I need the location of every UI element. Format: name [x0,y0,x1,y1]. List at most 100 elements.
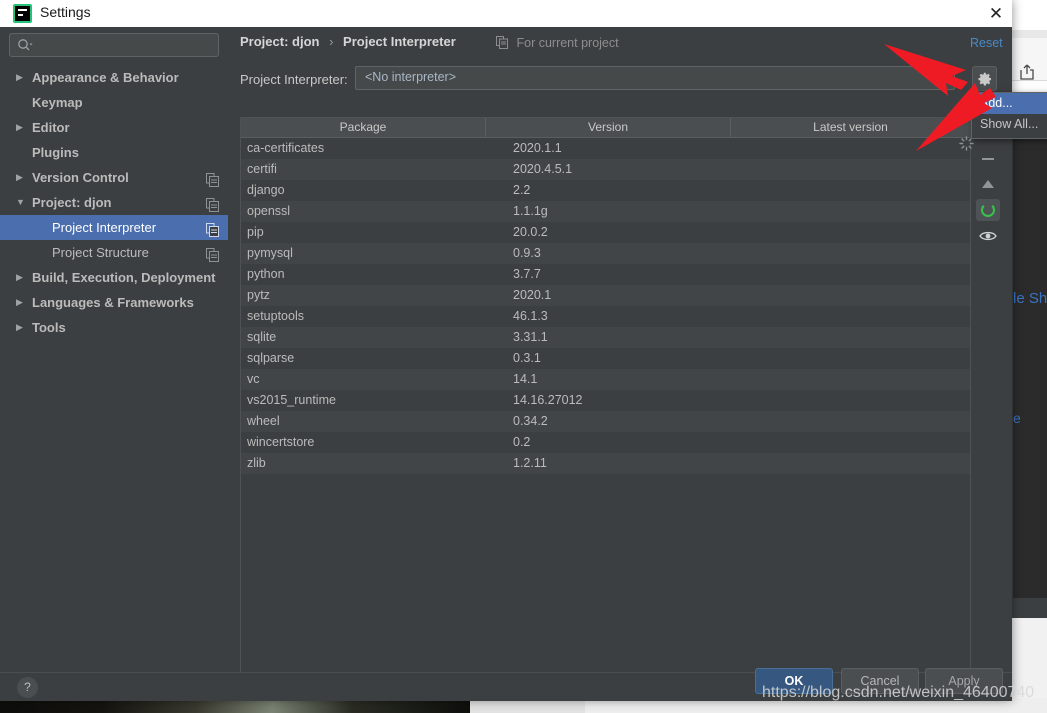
interpreter-settings-button[interactable] [972,66,997,91]
sidebar-item-label: Keymap [32,90,83,115]
watermark-url: https://blog.csdn.net/weixin_46400740 [762,684,1034,702]
search-input[interactable] [9,33,219,57]
menu-item-add[interactable]: Add... [972,93,1047,114]
reset-link[interactable]: Reset [970,36,1003,50]
copy-icon [206,245,219,259]
chevron-right-icon[interactable]: ▶ [16,65,26,90]
package-version-cell: 20.0.2 [513,222,733,243]
show-early-releases-button[interactable] [979,229,997,243]
package-latest-version-cell [733,180,970,201]
breadcrumb: Project: djon › Project Interpreter [240,34,456,49]
table-row[interactable]: setuptools46.1.3 [241,306,970,327]
column-header-package[interactable]: Package [241,118,486,137]
table-row[interactable]: pytz2020.1 [241,285,970,306]
sidebar-item-project-interpreter[interactable]: Project Interpreter [0,215,228,240]
refresh-icon [981,203,995,217]
package-latest-version-cell [733,327,970,348]
package-name-cell: sqlite [241,327,513,348]
package-name-cell: python [241,264,513,285]
sidebar-item-label: Languages & Frameworks [32,290,194,315]
package-version-cell: 3.31.1 [513,327,733,348]
package-latest-version-cell [733,348,970,369]
pycharm-icon [13,4,32,23]
sidebar-item-languages-frameworks[interactable]: ▶Languages & Frameworks [0,290,228,315]
column-header-version[interactable]: Version [486,118,731,137]
package-latest-version-cell [733,432,970,453]
chevron-down-icon [936,76,946,82]
sidebar-item-tools[interactable]: ▶Tools [0,315,228,340]
table-row[interactable]: pip20.0.2 [241,222,970,243]
table-row[interactable]: vc14.1 [241,369,970,390]
sidebar-item-appearance-behavior[interactable]: ▶Appearance & Behavior [0,65,228,90]
sidebar-item-version-control[interactable]: ▶Version Control [0,165,228,190]
package-version-cell: 46.1.3 [513,306,733,327]
table-row[interactable]: ca-certificates2020.1.1 [241,138,970,159]
package-version-cell: 14.1 [513,369,733,390]
column-header-latest-version[interactable]: Latest version [731,118,970,137]
sidebar-item-project-structure[interactable]: Project Structure [0,240,228,265]
package-name-cell: pymysql [241,243,513,264]
chevron-right-icon[interactable]: ▶ [16,290,26,315]
table-row[interactable]: django2.2 [241,180,970,201]
menu-item-show-all[interactable]: Show All... [972,114,1047,135]
package-latest-version-cell [733,306,970,327]
dialog-titlebar: Settings [0,0,1012,28]
copy-icon [206,170,219,184]
sidebar-item-project-djon[interactable]: ▼Project: djon [0,190,228,215]
table-row[interactable]: python3.7.7 [241,264,970,285]
close-icon[interactable]: ✕ [980,0,1012,27]
package-name-cell: vc [241,369,513,390]
package-name-cell: wheel [241,411,513,432]
chevron-down-icon[interactable]: ▼ [16,190,26,215]
table-row[interactable]: sqlite3.31.1 [241,327,970,348]
share-icon [1018,63,1036,81]
package-latest-version-cell [733,222,970,243]
package-latest-version-cell [733,369,970,390]
settings-sidebar: ▶Appearance & BehaviorKeymap▶EditorPlugi… [0,27,228,672]
package-version-cell: 3.7.7 [513,264,733,285]
table-row[interactable]: openssl1.1.1g [241,201,970,222]
package-latest-version-cell [733,411,970,432]
remove-package-button[interactable] [981,152,995,166]
package-latest-version-cell [733,264,970,285]
table-row[interactable]: zlib1.2.11 [241,453,970,474]
sidebar-item-build-execution-deployment[interactable]: ▶Build, Execution, Deployment [0,265,228,290]
package-name-cell: setuptools [241,306,513,327]
interpreter-label: Project Interpreter: [240,72,348,87]
table-row[interactable]: vs2015_runtime14.16.27012 [241,390,970,411]
settings-tree: ▶Appearance & BehaviorKeymap▶EditorPlugi… [0,65,228,340]
sidebar-item-label: Project Interpreter [52,215,156,240]
chevron-right-icon[interactable]: ▶ [16,315,26,340]
package-version-cell: 2020.1 [513,285,733,306]
sidebar-item-keymap[interactable]: Keymap [0,90,228,115]
package-name-cell: wincertstore [241,432,513,453]
settings-dialog: Settings ✕ ▶Appearance & BehaviorKeymap▶… [0,0,1012,700]
sidebar-item-plugins[interactable]: Plugins [0,140,228,165]
chevron-right-icon[interactable]: ▶ [16,165,26,190]
sidebar-item-label: Appearance & Behavior [32,65,179,90]
package-name-cell: certifi [241,159,513,180]
refresh-button[interactable] [976,199,1000,221]
sidebar-item-label: Project Structure [52,240,149,265]
package-version-cell: 1.2.11 [513,453,733,474]
package-version-cell: 0.2 [513,432,733,453]
for-current-project-label: For current project [496,36,619,50]
table-body: ca-certificates2020.1.1certifi2020.4.5.1… [241,138,970,474]
interpreter-dropdown[interactable]: <No interpreter> [355,66,955,90]
chevron-right-icon[interactable]: ▶ [16,115,26,140]
table-row[interactable]: sqlparse0.3.1 [241,348,970,369]
breadcrumb-root[interactable]: Project: djon [240,34,319,49]
table-row[interactable]: wheel0.34.2 [241,411,970,432]
package-name-cell: sqlparse [241,348,513,369]
breadcrumb-current: Project Interpreter [343,34,456,49]
table-row[interactable]: wincertstore0.2 [241,432,970,453]
package-version-cell: 2020.1.1 [513,138,733,159]
package-name-cell: zlib [241,453,513,474]
sidebar-item-editor[interactable]: ▶Editor [0,115,228,140]
chevron-right-icon[interactable]: ▶ [16,265,26,290]
help-button[interactable]: ? [17,677,38,698]
table-row[interactable]: certifi2020.4.5.1 [241,159,970,180]
upgrade-package-button[interactable] [981,177,995,189]
search-container [9,33,219,57]
table-row[interactable]: pymysql0.9.3 [241,243,970,264]
